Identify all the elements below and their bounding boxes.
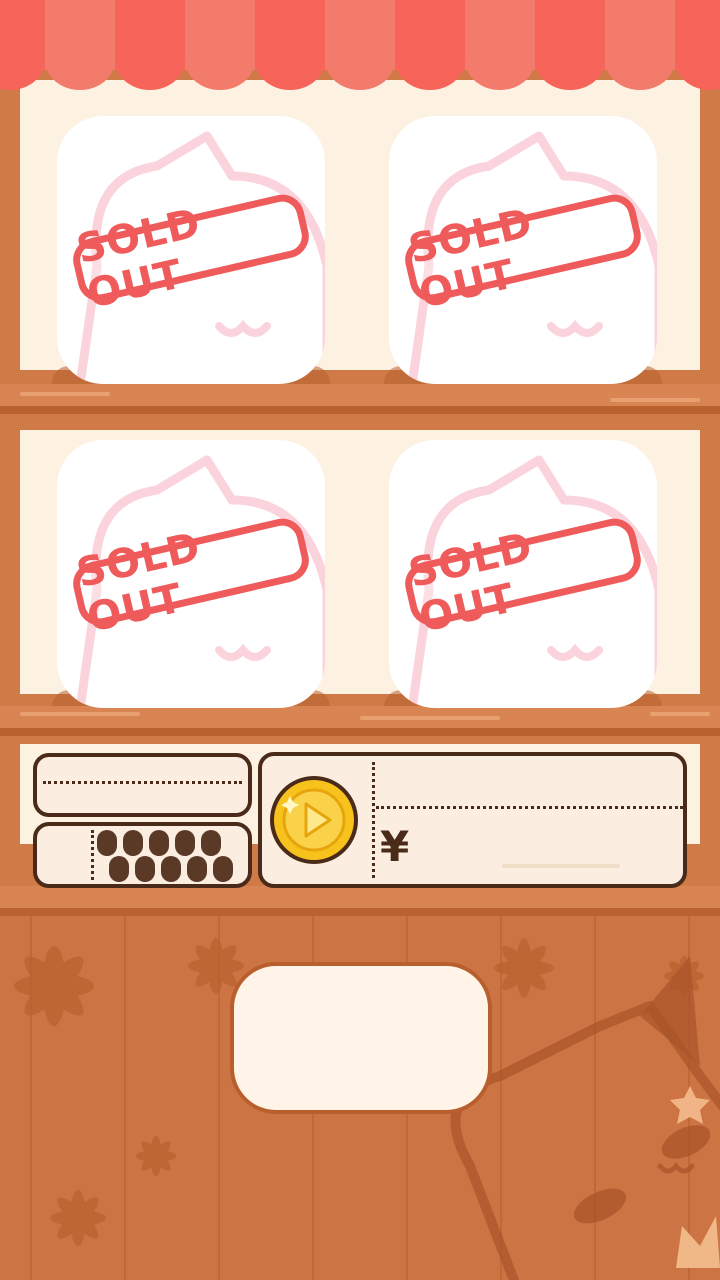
- product-slot-1[interactable]: SOLD OUT: [57, 116, 325, 384]
- product-name-box: [33, 753, 252, 817]
- shelf-plank: [0, 886, 720, 916]
- product-slot-3[interactable]: SOLD OUT: [57, 440, 325, 708]
- product-slot-4[interactable]: SOLD OUT: [389, 440, 657, 708]
- shelf-plank: [0, 706, 720, 736]
- play-coin-icon[interactable]: [268, 774, 360, 866]
- product-slot-2[interactable]: SOLD OUT: [389, 116, 657, 384]
- dispense-tray[interactable]: [230, 962, 492, 1114]
- awning: [0, 0, 720, 96]
- shelf-plank: [0, 384, 720, 414]
- digit-display-box: [33, 822, 252, 888]
- currency-symbol: ¥: [380, 822, 410, 871]
